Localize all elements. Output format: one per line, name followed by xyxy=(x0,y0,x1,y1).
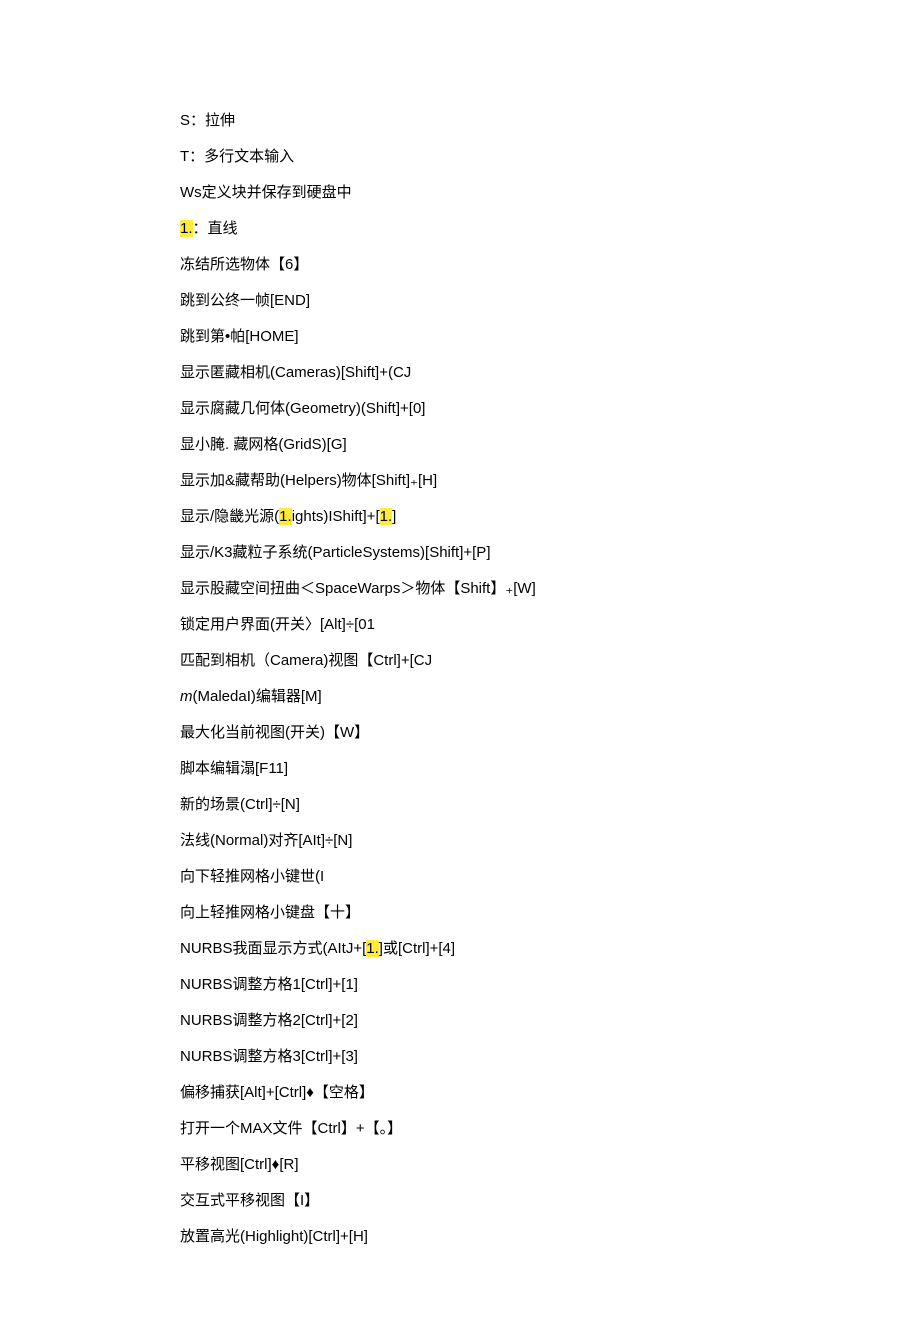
text-run: 偏移捕获[Alt]+[Ctrl]♦【空格】 xyxy=(180,1084,374,1101)
text-run: 向上轻推网格小键盘【十】 xyxy=(180,904,360,921)
text-run: 新的场景(Ctrl]÷[N] xyxy=(180,796,300,813)
text-run: (MaledaI)编辑器[M] xyxy=(193,688,322,705)
text-run: 显示匿藏相机(Cameras)[Shift]+(CJ xyxy=(180,364,411,381)
text-line: 1.：直线 xyxy=(180,218,740,239)
text-line: 显小腌. 藏网格(GridS)[G] xyxy=(180,434,740,455)
text-run: 显示加&藏帮助(Helpers)物体[Shift]₊[H] xyxy=(180,472,437,489)
text-line: 最大化当前视图(开关)【W】 xyxy=(180,722,740,743)
document-body: S：拉伸T：多行文本输入Ws定义块并保存到硬盘中1.：直线冻结所选物体【6】跳到… xyxy=(180,110,740,1247)
text-line: NURBS调整方格1[Ctrl]+[1] xyxy=(180,974,740,995)
text-run: 跳到公终一帧[END] xyxy=(180,292,310,309)
text-run: Ws定义块并保存到硬盘中 xyxy=(180,184,352,201)
text-run: NURBS调整方格3[Ctrl]+[3] xyxy=(180,1048,358,1065)
text-run: 冻结所选物体【6】 xyxy=(180,256,308,273)
highlighted-text: 1. xyxy=(279,508,292,525)
text-run: 显示股藏空间扭曲＜SpaceWarps＞物体【Shift】₊[W] xyxy=(180,580,536,597)
text-run: 打开一个MAX文件【Ctrl】+【。】 xyxy=(180,1120,402,1137)
text-line: 显示/隐畿光源(1.ights)IShift]+[1.] xyxy=(180,506,740,527)
text-run: 交互式平移视图【I】 xyxy=(180,1192,319,1209)
text-line: NURBS我面显示方式(AItJ+[1.]或[Ctrl]+[4] xyxy=(180,938,740,959)
text-line: 向下轻推网格小键世(I xyxy=(180,866,740,887)
text-run: m xyxy=(180,688,193,705)
text-line: 冻结所选物体【6】 xyxy=(180,254,740,275)
text-run: NURBS我面显示方式(AItJ+[ xyxy=(180,940,366,957)
text-run: 显示/K3藏粒子系统(ParticleSystems)[Shift]+[P] xyxy=(180,544,490,561)
text-run: 显示腐藏几何体(Geometry)(Shift]+[0] xyxy=(180,400,425,417)
text-line: 打开一个MAX文件【Ctrl】+【。】 xyxy=(180,1118,740,1139)
text-line: 平移视图[Ctrl]♦[R] xyxy=(180,1154,740,1175)
text-line: m(MaledaI)编辑器[M] xyxy=(180,686,740,707)
text-line: NURBS调整方格3[Ctrl]+[3] xyxy=(180,1046,740,1067)
text-line: 显示腐藏几何体(Geometry)(Shift]+[0] xyxy=(180,398,740,419)
text-line: 显示股藏空间扭曲＜SpaceWarps＞物体【Shift】₊[W] xyxy=(180,578,740,599)
text-line: T：多行文本输入 xyxy=(180,146,740,167)
text-line: 法线(Normal)对齐[AIt]÷[N] xyxy=(180,830,740,851)
text-line: NURBS调整方格2[Ctrl]+[2] xyxy=(180,1010,740,1031)
highlighted-text: 1. xyxy=(180,220,193,237)
text-run: 显小腌. 藏网格(GridS)[G] xyxy=(180,436,347,453)
text-run: ights)IShift]+[ xyxy=(292,508,380,525)
text-run: 平移视图[Ctrl]♦[R] xyxy=(180,1156,298,1173)
text-line: 脚本编辑溻[F11] xyxy=(180,758,740,779)
text-line: 锁定用户界面(开关〉[Alt]÷[01 xyxy=(180,614,740,635)
text-run: 最大化当前视图(开关)【W】 xyxy=(180,724,369,741)
text-line: 新的场景(Ctrl]÷[N] xyxy=(180,794,740,815)
text-line: 放置高光(Highlight)[Ctrl]+[H] xyxy=(180,1226,740,1247)
text-run: NURBS调整方格1[Ctrl]+[1] xyxy=(180,976,358,993)
text-line: 显示加&藏帮助(Helpers)物体[Shift]₊[H] xyxy=(180,470,740,491)
text-run: 跳到第•帕[HOME] xyxy=(180,328,299,345)
text-run: 放置高光(Highlight)[Ctrl]+[H] xyxy=(180,1228,368,1245)
text-line: 跳到公终一帧[END] xyxy=(180,290,740,311)
text-line: 偏移捕获[Alt]+[Ctrl]♦【空格】 xyxy=(180,1082,740,1103)
text-line: 交互式平移视图【I】 xyxy=(180,1190,740,1211)
text-run: 脚本编辑溻[F11] xyxy=(180,760,288,777)
text-line: 跳到第•帕[HOME] xyxy=(180,326,740,347)
text-run: ]或[Ctrl]+[4] xyxy=(379,940,455,957)
text-line: 显示匿藏相机(Cameras)[Shift]+(CJ xyxy=(180,362,740,383)
highlighted-text: 1. xyxy=(366,940,379,957)
text-run: 向下轻推网格小键世(I xyxy=(180,868,324,885)
text-run: 显示/隐畿光源( xyxy=(180,508,279,525)
text-run: ：直线 xyxy=(193,220,238,237)
text-run: T：多行文本输入 xyxy=(180,148,294,165)
highlighted-text: 1. xyxy=(380,508,393,525)
text-run: NURBS调整方格2[Ctrl]+[2] xyxy=(180,1012,358,1029)
text-line: 向上轻推网格小键盘【十】 xyxy=(180,902,740,923)
text-run: 匹配到相机（Camera)视图【Ctrl]+[CJ xyxy=(180,652,432,669)
text-run: ] xyxy=(392,508,396,525)
text-line: 显示/K3藏粒子系统(ParticleSystems)[Shift]+[P] xyxy=(180,542,740,563)
document-page: S：拉伸T：多行文本输入Ws定义块并保存到硬盘中1.：直线冻结所选物体【6】跳到… xyxy=(0,0,920,1322)
text-line: 匹配到相机（Camera)视图【Ctrl]+[CJ xyxy=(180,650,740,671)
text-run: S：拉伸 xyxy=(180,112,235,129)
text-line: S：拉伸 xyxy=(180,110,740,131)
text-line: Ws定义块并保存到硬盘中 xyxy=(180,182,740,203)
text-run: 法线(Normal)对齐[AIt]÷[N] xyxy=(180,832,352,849)
text-run: 锁定用户界面(开关〉[Alt]÷[01 xyxy=(180,616,375,633)
